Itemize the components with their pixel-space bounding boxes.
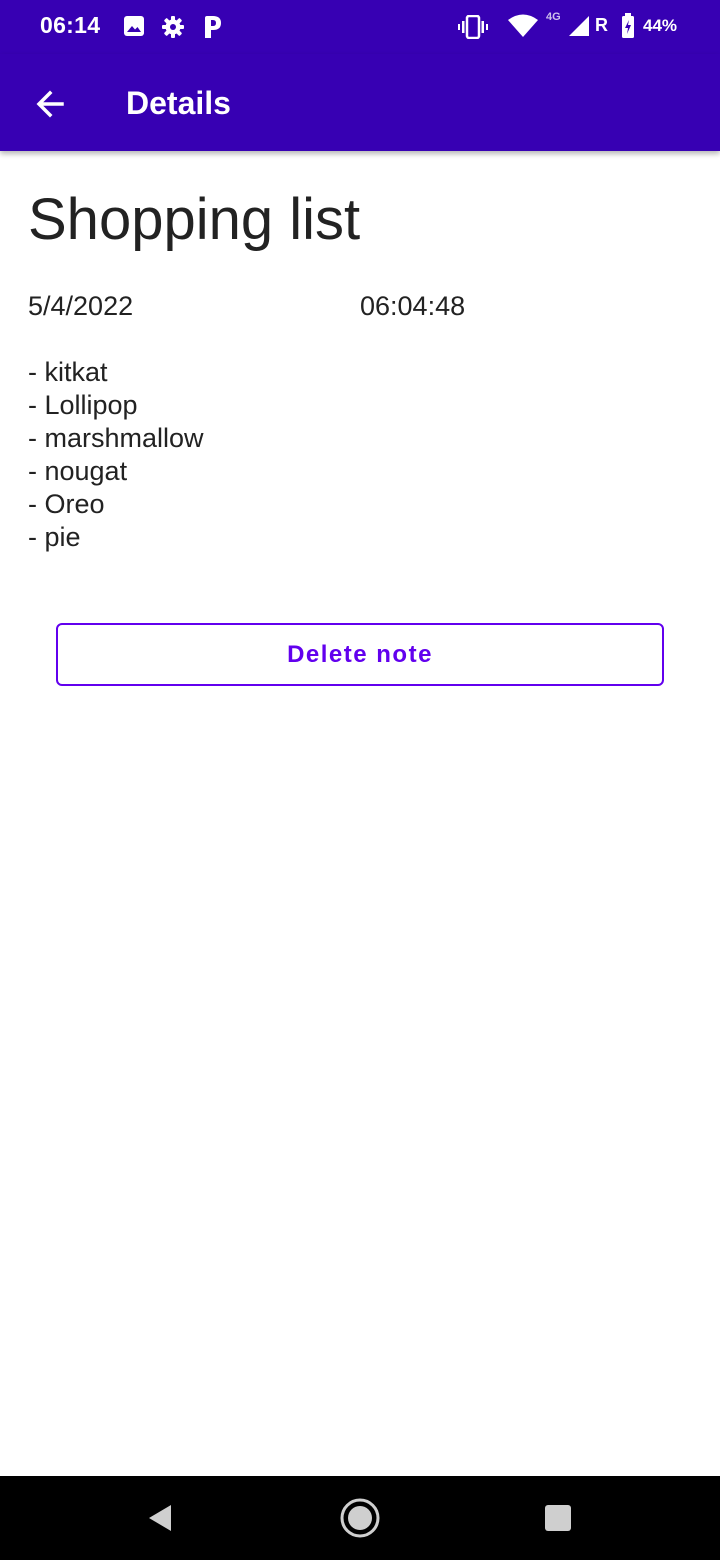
note-time: 06:04:48 [360,291,466,321]
note-body: - kitkat - Lollipop - marshmallow - noug… [28,356,204,554]
note-title: Shopping list [28,187,361,252]
home-circle-icon [340,1498,380,1538]
note-line: - Lollipop [28,390,138,420]
status-bar: 06:14 4G R 44% [0,0,720,54]
wifi-icon [508,14,538,37]
back-triangle-icon [149,1505,171,1531]
roaming-indicator: R [595,15,608,35]
note-line: - pie [28,522,81,552]
gear-icon [162,16,184,38]
nav-home-button[interactable] [336,1494,384,1542]
signal-icon [569,16,589,36]
battery-percent: 44% [643,16,678,35]
app-bar: Details [0,54,720,151]
note-line: - marshmallow [28,423,204,453]
navigation-bar [0,1476,720,1560]
back-button[interactable] [22,76,78,132]
p-icon [205,16,221,38]
network-type: 4G [546,11,561,23]
vibrate-icon [458,15,488,39]
nav-back-button[interactable] [136,1494,184,1542]
nav-recents-button[interactable] [534,1494,582,1542]
status-time: 06:14 [40,12,101,38]
note-line: - kitkat [28,357,108,387]
delete-note-button[interactable]: Delete note [56,623,664,686]
arrow-left-icon [36,90,64,118]
recents-square-icon [545,1505,571,1531]
app-bar-title: Details [126,85,231,121]
image-icon [124,16,144,36]
battery-icon [622,13,634,38]
note-line: - Oreo [28,489,105,519]
note-date: 5/4/2022 [28,291,134,321]
note-line: - nougat [28,456,128,486]
